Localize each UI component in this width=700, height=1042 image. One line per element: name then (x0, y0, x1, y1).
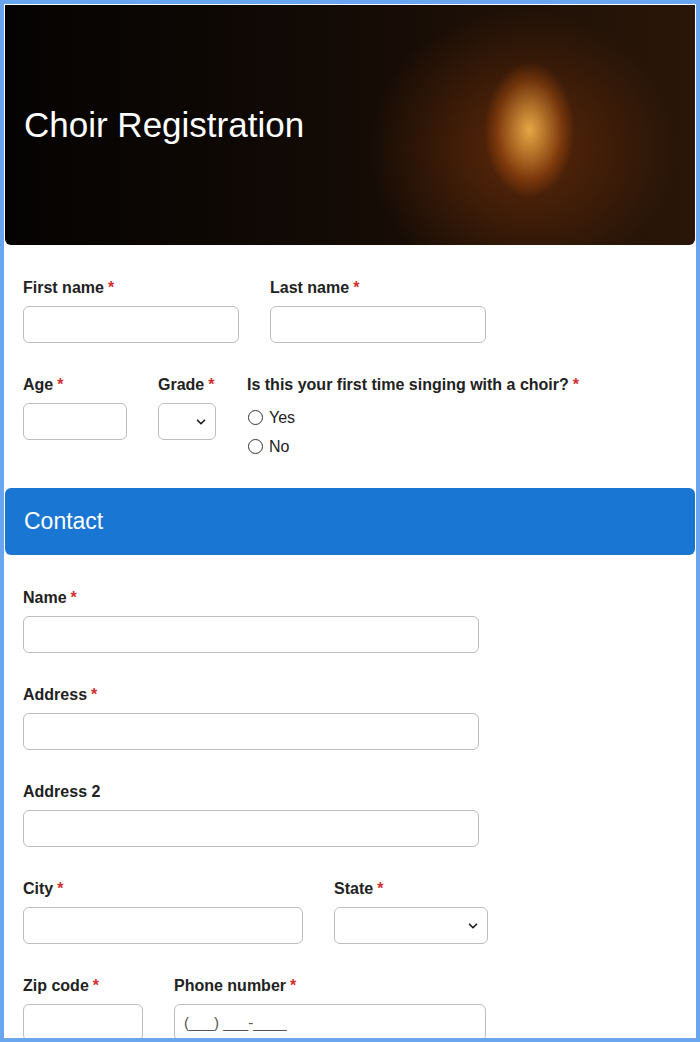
radio-label: No (269, 438, 289, 456)
contact-section: Name* Address* Address 2 City* State* Zip cod… (4, 555, 696, 1041)
form-row: First name* Last name* (23, 278, 677, 343)
city-field: City* (23, 879, 303, 944)
chevron-down-icon (194, 415, 208, 429)
field-label: State* (334, 879, 488, 899)
required-mark: * (208, 376, 214, 393)
grade-select[interactable] (158, 403, 216, 440)
grade-field: Grade* (158, 375, 216, 440)
required-mark: * (108, 279, 114, 296)
section-header: Contact (5, 488, 695, 555)
required-mark: * (57, 880, 63, 897)
field-label: Age* (23, 375, 127, 395)
age-input[interactable] (23, 403, 127, 440)
last-name-field: Last name* (270, 278, 486, 343)
header-banner: Choir Registration (5, 5, 695, 245)
student-section: First name* Last name* Age* Grade* Is this y… (4, 245, 696, 461)
form-row: Address 2 (23, 782, 677, 847)
radio-option[interactable]: No (247, 432, 579, 461)
required-mark: * (91, 686, 97, 703)
field-label: Is this your first time singing with a c… (247, 375, 579, 395)
field-label: Last name* (270, 278, 486, 298)
radio-label: Yes (269, 409, 295, 427)
required-mark: * (290, 977, 296, 994)
field-label: Phone number* (174, 976, 486, 996)
section-title: Contact (24, 508, 103, 535)
zip-code-input[interactable] (23, 1004, 143, 1041)
required-mark: * (353, 279, 359, 296)
age-field: Age* (23, 375, 127, 440)
field-label: Name* (23, 588, 479, 608)
last-name-input[interactable] (270, 306, 486, 343)
radio-button[interactable] (248, 439, 263, 454)
address-2-input[interactable] (23, 810, 479, 847)
phone-number-input[interactable] (174, 1004, 486, 1041)
field-label: Address 2 (23, 782, 479, 802)
zip-code-field: Zip code* (23, 976, 143, 1041)
radio-group: Yes No (247, 403, 579, 461)
form-row: City* State* (23, 879, 677, 944)
form-row: Age* Grade* Is this your first time singin… (23, 375, 677, 461)
form-row: Name* (23, 588, 677, 653)
city-input[interactable] (23, 907, 303, 944)
field-label: City* (23, 879, 303, 899)
first-name-field: First name* (23, 278, 239, 343)
state-select[interactable] (334, 907, 488, 944)
field-label: Grade* (158, 375, 216, 395)
chevron-down-icon (466, 919, 480, 933)
first-name-input[interactable] (23, 306, 239, 343)
form-title: Choir Registration (24, 105, 304, 145)
address-2-field: Address 2 (23, 782, 479, 847)
form-row: Address* (23, 685, 677, 750)
required-mark: * (57, 376, 63, 393)
address-field: Address* (23, 685, 479, 750)
name-input[interactable] (23, 616, 479, 653)
required-mark: * (71, 589, 77, 606)
field-label: Address* (23, 685, 479, 705)
address-input[interactable] (23, 713, 479, 750)
phone-number-field: Phone number* (174, 976, 486, 1041)
radio-option[interactable]: Yes (247, 403, 579, 432)
registration-form: Choir Registration First name* Last name* A… (0, 0, 700, 1042)
name-field: Name* (23, 588, 479, 653)
form-row: Zip code* Phone number* (23, 976, 677, 1041)
is-this-your-first-time-singing-with-a-choir-field: Is this your first time singing with a c… (247, 375, 579, 461)
required-mark: * (93, 977, 99, 994)
field-label: First name* (23, 278, 239, 298)
field-label: Zip code* (23, 976, 143, 996)
required-mark: * (573, 376, 579, 393)
required-mark: * (377, 880, 383, 897)
state-field: State* (334, 879, 488, 944)
radio-button[interactable] (248, 410, 263, 425)
